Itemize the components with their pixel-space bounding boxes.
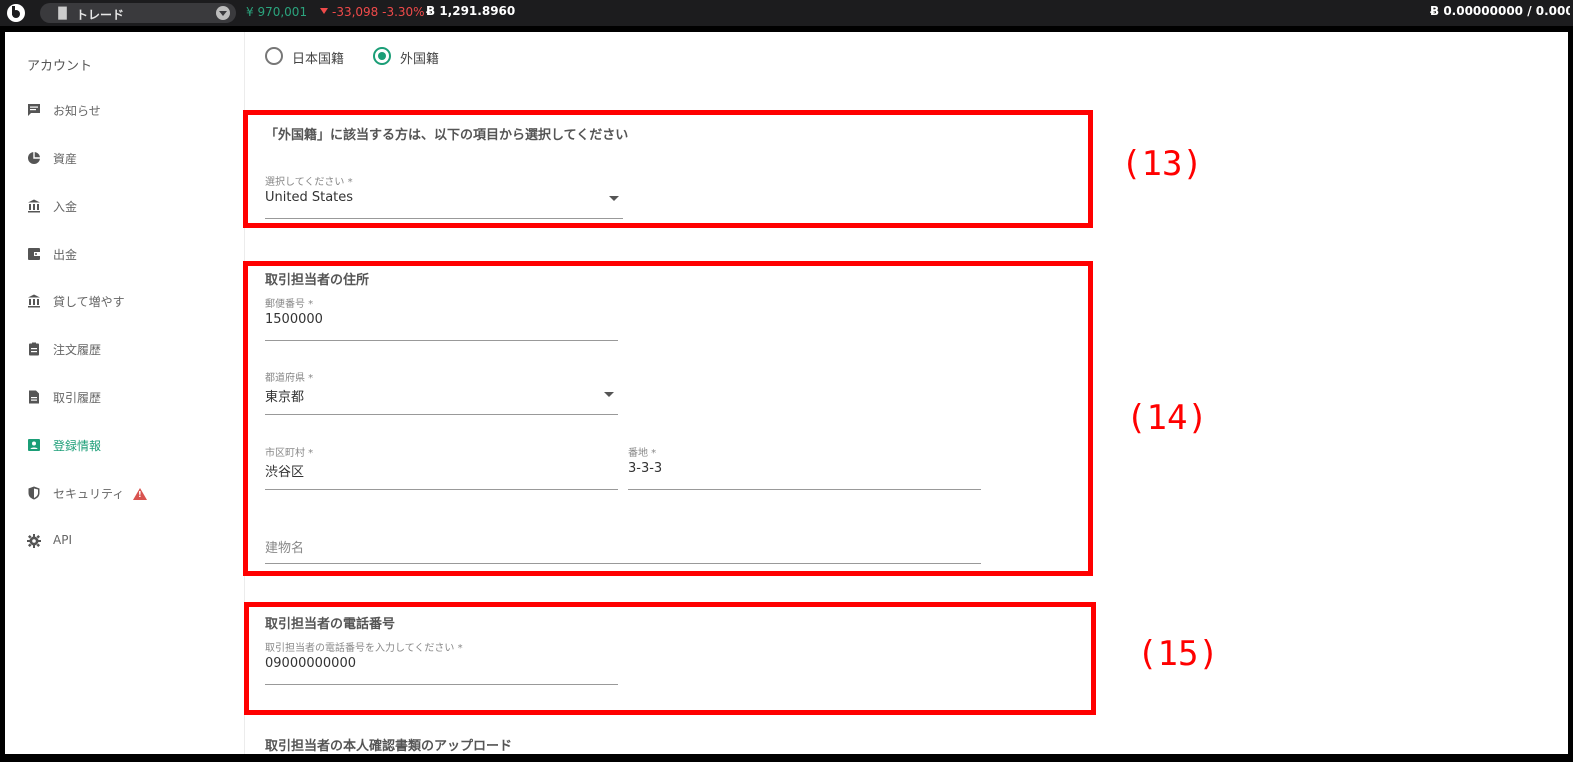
highlight-box-13 [243,110,1093,228]
radio-japanese-label: 日本国籍 [292,52,345,67]
radio-circle [265,47,283,65]
sidebar-item-label: 入金 [53,200,78,214]
message-icon [28,104,40,116]
clipboard-icon [29,342,39,356]
annotation-14: (14) [1126,398,1208,438]
down-arrow-icon [320,8,328,14]
btc-price: Ƀ 1,291.8960 [426,4,516,18]
sidebar-item-api[interactable]: API [25,530,225,554]
logo-icon[interactable] [6,3,26,23]
document-icon [29,390,39,404]
trade-menu-button[interactable]: ▐▌ トレード [40,3,236,23]
sidebar-item-deposit[interactable]: 入金 [25,195,225,219]
wallet-icon [28,248,40,260]
sidebar-item-withdraw[interactable]: 出金 [25,243,225,267]
gear-icon [27,534,41,548]
chevron-down-icon[interactable] [216,6,230,20]
radio-japanese[interactable]: 日本国籍 [265,46,365,67]
sidebar-item-label: 資産 [53,152,78,166]
sidebar-item-label: API [53,533,72,547]
sidebar-item-label: お知らせ [53,104,101,118]
sidebar-item-label: 取引履歴 [53,391,102,405]
shield-icon [28,486,40,500]
contact-card-icon [28,439,40,451]
highlight-box-15 [244,602,1096,715]
sidebar-item-label: 貸して増やす [53,295,125,309]
sidebar-item-assets[interactable]: 資産 [25,147,225,171]
bar-chart-icon: ▐▌ [54,7,71,20]
sidebar-item-label: 出金 [53,248,78,262]
sidebar-item-notices[interactable]: お知らせ [25,99,225,123]
price-change: -33,098 -3.30% [320,5,425,19]
annotation-15: (15) [1137,634,1219,674]
sidebar: アカウント お知らせ 資産 入金 出金 貸して増やす 注文履歴 取引履歴 登録情… [5,32,245,754]
sidebar-item-label: セキュリティ [53,487,125,501]
sidebar-item-registration[interactable]: 登録情報 [25,434,225,458]
trade-menu-label: トレード [76,8,125,22]
price-change-text: -33,098 -3.30% [332,5,425,19]
radio-circle-selected [373,47,391,65]
sidebar-item-lending[interactable]: 貸して増やす [25,290,225,314]
sidebar-item-label: 登録情報 [53,439,102,453]
radio-foreign[interactable]: 外国籍 [373,46,473,67]
yen-price: ¥ 970,001 [246,5,308,19]
pie-chart-icon [28,152,40,164]
highlight-box-14 [243,261,1093,576]
top-bar: ▐▌ トレード ¥ 970,001 -33,098 -3.30% Ƀ 1,291… [0,0,1573,26]
sidebar-item-security[interactable]: セキュリティ [25,482,225,506]
balance-readout: Ƀ 0.00000000 / 0.00000 [1430,4,1570,18]
sidebar-item-label: 注文履歴 [53,343,102,357]
bank-icon [28,199,40,213]
sidebar-item-trade-history[interactable]: 取引履歴 [25,386,225,410]
bank-icon [28,294,40,308]
sidebar-item-order-history[interactable]: 注文履歴 [25,338,225,362]
radio-foreign-label: 外国籍 [400,52,440,67]
annotation-13: (13) [1121,144,1203,184]
warning-icon [133,488,147,500]
upload-section-title: 取引担当者の本人確認書類のアップロード [265,739,513,754]
main-panel: アカウント お知らせ 資産 入金 出金 貸して増やす 注文履歴 取引履歴 登録情… [5,32,1568,754]
sidebar-title: アカウント [27,59,93,74]
